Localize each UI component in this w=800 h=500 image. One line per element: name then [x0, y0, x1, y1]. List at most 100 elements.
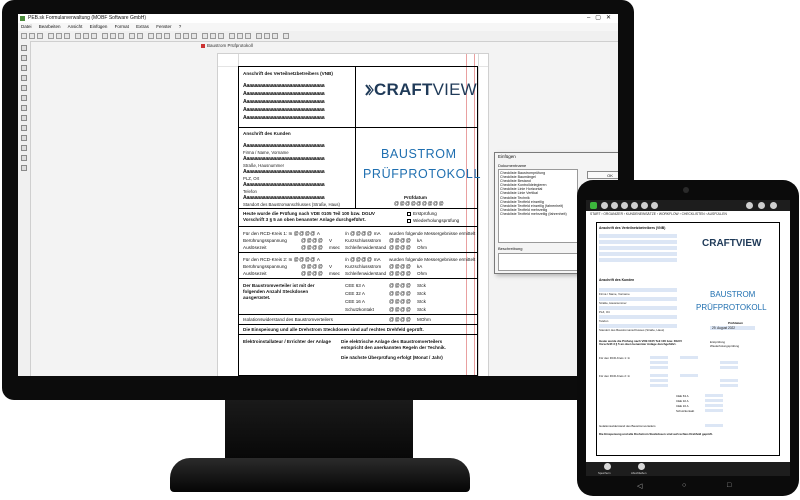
menu-format[interactable]: Format: [115, 24, 129, 29]
menu-icon[interactable]: [651, 202, 658, 209]
toolbar-button[interactable]: [264, 33, 270, 39]
site-location-value[interactable]: Aaaaaaaaaaaaaaaaaaaaaaaaaaaaaa: [243, 195, 325, 201]
toolbar-button[interactable]: [129, 33, 135, 39]
vnb-line[interactable]: Aaaaaaaaaaaaaaaaaaaaaaaaaaaaaa: [243, 91, 325, 97]
toolbar-button[interactable]: [229, 33, 235, 39]
rcd1-field[interactable]: [650, 356, 668, 359]
rcd1-field[interactable]: [680, 356, 698, 359]
toolbar-button[interactable]: [237, 33, 243, 39]
rcd2-in-value[interactable]: @@@@: [294, 257, 316, 263]
toolbar-button[interactable]: [256, 33, 262, 39]
edit-icon[interactable]: [746, 202, 753, 209]
rcd1-idn-value[interactable]: @@@@: [350, 231, 372, 237]
toolbar-button[interactable]: [272, 33, 278, 39]
customer-city-value[interactable]: Aaaaaaaaaaaaaaaaaaaaaaaaaaaaaa: [243, 169, 325, 175]
tool-button[interactable]: [21, 95, 27, 101]
window-controls[interactable]: –▢✕: [587, 14, 616, 23]
breadcrumb[interactable]: START › ORGANIZER › KUNDENEINSÄTZE › WOR…: [586, 211, 790, 218]
rcd2-schleife-value[interactable]: @@@@: [389, 271, 411, 277]
complete-button[interactable]: Abschließen: [631, 471, 646, 475]
toolbar-button[interactable]: [110, 33, 116, 39]
attachment-icon[interactable]: [641, 202, 648, 209]
socket-cee63-value[interactable]: @@@@: [389, 283, 411, 289]
rcd1-beruehrung-value[interactable]: @@@@: [301, 238, 323, 244]
complete-icon[interactable]: [638, 463, 645, 470]
rcd1-field[interactable]: [720, 366, 738, 369]
nav-back-icon[interactable]: ◁: [637, 482, 642, 490]
customer-phone-field[interactable]: [599, 315, 677, 319]
toolbar-button[interactable]: [118, 33, 124, 39]
forward-icon[interactable]: [611, 202, 618, 209]
vnb-line[interactable]: Aaaaaaaaaaaaaaaaaaaaaaaaaaaaaa: [243, 99, 325, 105]
save-button[interactable]: Speichern: [598, 471, 611, 475]
toolbar-button[interactable]: [64, 33, 70, 39]
rcd2-field[interactable]: [680, 374, 698, 377]
checkbox[interactable]: [407, 218, 411, 223]
rcd2-field[interactable]: [720, 384, 738, 387]
customer-name-value[interactable]: Aaaaaaaaaaaaaaaaaaaaaaaaaaaaaa: [243, 143, 325, 149]
toolbar-button[interactable]: [156, 33, 162, 39]
tool-button[interactable]: [21, 65, 27, 71]
rcd2-kurzschluss-value[interactable]: @@@@: [389, 264, 411, 270]
socket-cee32-value[interactable]: @@@@: [389, 291, 411, 297]
toolbar-button[interactable]: [218, 33, 224, 39]
toolbar-button[interactable]: [191, 33, 197, 39]
toolbar-button[interactable]: [164, 33, 170, 39]
toolbar-button[interactable]: [183, 33, 189, 39]
tool-button[interactable]: [21, 55, 27, 61]
vnb-field[interactable]: [599, 246, 677, 250]
socket-cee16-value[interactable]: @@@@: [389, 299, 411, 305]
tool-button[interactable]: [21, 75, 27, 81]
vnb-field[interactable]: [599, 252, 677, 256]
toolbar-button[interactable]: [137, 33, 143, 39]
toolbar-button[interactable]: [83, 33, 89, 39]
tool-button[interactable]: [21, 155, 27, 161]
socket-field[interactable]: [705, 409, 723, 412]
rcd1-auslosezeit-value[interactable]: @@@@: [301, 245, 323, 251]
isolation-value[interactable]: @@@@: [389, 317, 411, 323]
tool-button[interactable]: [21, 85, 27, 91]
tool-button[interactable]: [21, 105, 27, 111]
menu-fenster[interactable]: Fenster: [156, 24, 171, 29]
document-list[interactable]: Checkliste Baustromprüfung Checkliste Ba…: [498, 169, 578, 243]
toolbar-button[interactable]: [175, 33, 181, 39]
ok-button[interactable]: OK: [587, 171, 618, 179]
customer-city-field[interactable]: [599, 306, 677, 310]
rcd1-kurzschluss-value[interactable]: @@@@: [389, 238, 411, 244]
rcd2-beruehrung-value[interactable]: @@@@: [301, 264, 323, 270]
toolbar-button[interactable]: [245, 33, 251, 39]
toolbar-button[interactable]: [56, 33, 62, 39]
rcd1-schleife-value[interactable]: @@@@: [389, 245, 411, 251]
rcd1-field[interactable]: [650, 366, 668, 369]
toolbar-button[interactable]: [202, 33, 208, 39]
rcd1-field[interactable]: [720, 361, 738, 364]
tool-button[interactable]: [21, 45, 27, 51]
list-item[interactable]: Checkliste Textfeld mehrzeilig (fahrenhe…: [500, 212, 576, 216]
toolbar-button[interactable]: [91, 33, 97, 39]
menu-extras[interactable]: Extras: [136, 24, 149, 29]
more-icon[interactable]: [770, 202, 777, 209]
rcd1-in-value[interactable]: @@@@: [294, 231, 316, 237]
save-icon[interactable]: [604, 463, 611, 470]
tool-button[interactable]: [21, 145, 27, 151]
app-icon[interactable]: [590, 202, 597, 209]
vnb-field[interactable]: [599, 240, 677, 244]
user-icon[interactable]: [758, 202, 765, 209]
tool-button[interactable]: [21, 125, 27, 131]
toolbar-button[interactable]: [48, 33, 54, 39]
toolbar-button[interactable]: [148, 33, 154, 39]
rcd1-field[interactable]: [650, 361, 668, 364]
date-value[interactable]: 29. August 2022: [712, 326, 735, 330]
option-wiederholung[interactable]: Wiederholungsprüfung: [407, 218, 459, 223]
vnb-line[interactable]: Aaaaaaaaaaaaaaaaaaaaaaaaaaaaaa: [243, 107, 325, 113]
vnb-line[interactable]: Aaaaaaaaaaaaaaaaaaaaaaaaaaaaaa: [243, 115, 325, 121]
rcd2-field[interactable]: [720, 379, 738, 382]
rcd2-field[interactable]: [650, 384, 668, 387]
option-wiederholung[interactable]: Wiederholungsprüfung: [710, 344, 739, 348]
customer-street-value[interactable]: Aaaaaaaaaaaaaaaaaaaaaaaaaaaaaa: [243, 156, 325, 162]
rcd2-field[interactable]: [650, 379, 668, 382]
socket-schuko-value[interactable]: @@@@: [389, 307, 411, 313]
vnb-field[interactable]: [599, 234, 677, 238]
menu-ansicht[interactable]: Ansicht: [68, 24, 83, 29]
menu-datei[interactable]: Datei: [21, 24, 32, 29]
